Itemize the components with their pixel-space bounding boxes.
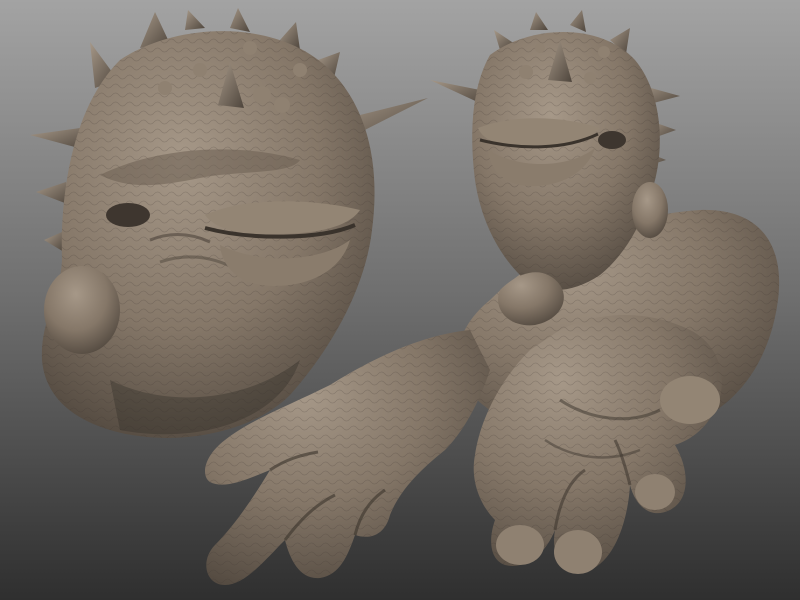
left-head-nose — [44, 266, 120, 354]
left-head-eye — [106, 203, 150, 227]
viewport — [0, 0, 800, 600]
right-head-eye — [598, 131, 626, 149]
right-hand-thumb — [660, 376, 720, 424]
sculpt-render — [0, 0, 800, 600]
right-head-nose — [632, 182, 668, 238]
